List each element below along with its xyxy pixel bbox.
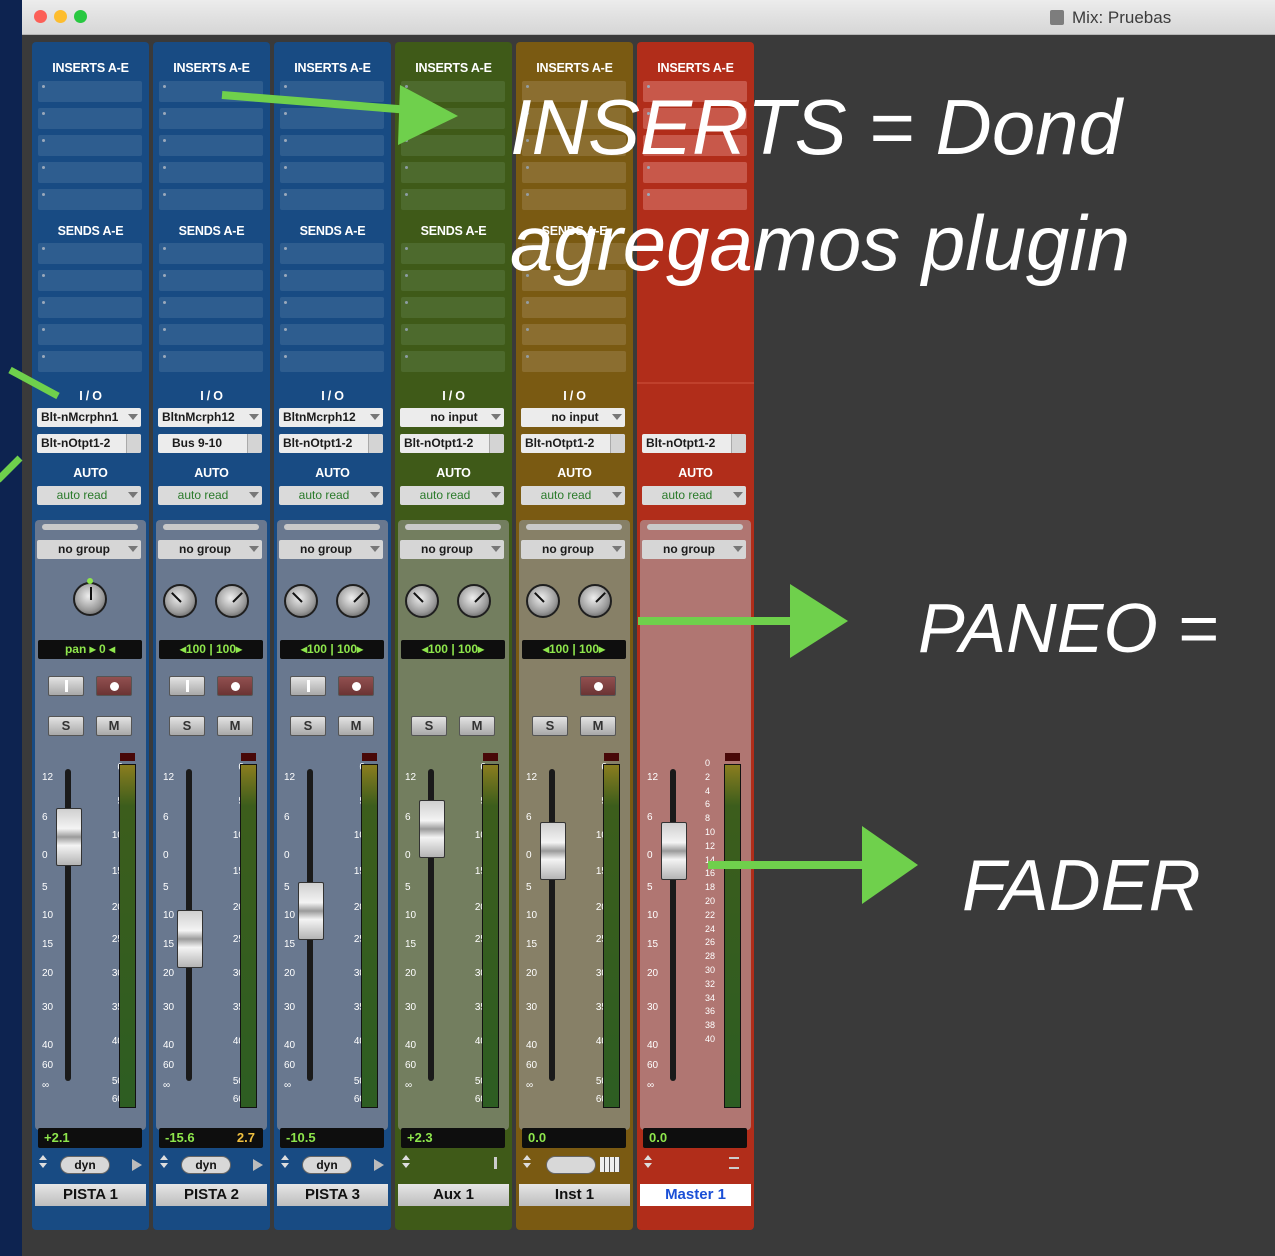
arrow-inserts-head bbox=[398, 85, 458, 145]
arrow-fader-head bbox=[862, 826, 918, 904]
arrow-inserts-line bbox=[221, 91, 411, 114]
arrow-paneo-head bbox=[790, 584, 848, 658]
arrow-io-line-2 bbox=[0, 455, 23, 483]
annotation-arrows bbox=[0, 85, 918, 904]
arrow-io-line bbox=[8, 366, 60, 400]
